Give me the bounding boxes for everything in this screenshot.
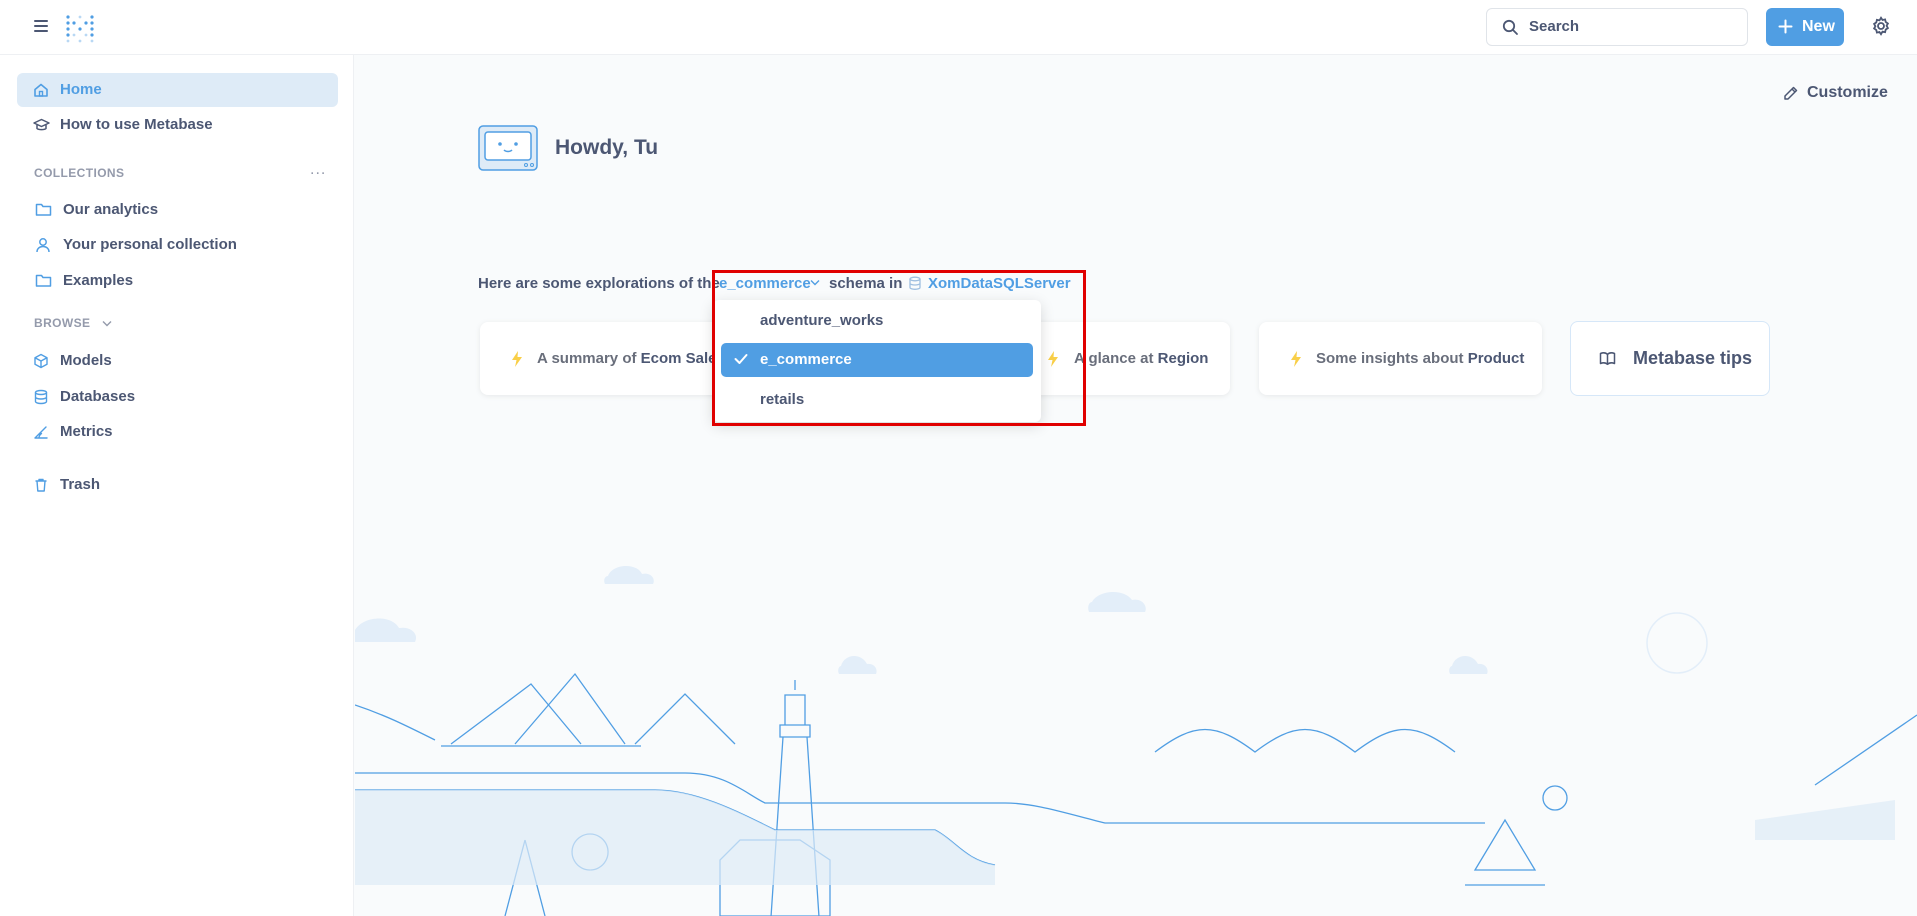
robot-avatar-icon [478, 125, 538, 171]
person-icon [35, 237, 51, 253]
sidebar-item-examples[interactable]: Examples [17, 264, 338, 298]
xray-card-product[interactable]: Some insights about Product [1259, 322, 1542, 395]
database-name: XomDataSQLServer [928, 275, 1071, 292]
schema-option-retails[interactable]: retails [721, 383, 1033, 417]
search-bar[interactable]: Search [1486, 8, 1748, 46]
schema-option-label: retails [760, 391, 805, 408]
new-button[interactable]: New [1766, 8, 1844, 46]
chevron-down-icon [810, 279, 820, 286]
folder-icon [35, 273, 52, 288]
sidebar-item-models[interactable]: Models [17, 344, 338, 378]
sidebar-item-label: Models [60, 352, 112, 369]
bolt-icon [510, 350, 524, 368]
search-icon [1502, 19, 1519, 36]
trash-icon [33, 477, 49, 493]
sidebar-item-how-to-use[interactable]: How to use Metabase [17, 108, 338, 142]
collections-more-button[interactable]: ... [310, 161, 326, 179]
folder-icon [35, 202, 52, 217]
book-icon [1599, 351, 1616, 366]
card-label: Some insights about Product [1316, 350, 1525, 367]
schema-picker[interactable]: e_commerce [719, 275, 820, 292]
sidebar-item-trash[interactable]: Trash [17, 468, 338, 502]
collections-title: COLLECTIONS [34, 166, 125, 180]
explore-prefix: Here are some explorations of the [478, 275, 720, 292]
schema-option-label: adventure_works [760, 312, 884, 329]
browse-title-text: BROWSE [34, 316, 91, 330]
bolt-icon [1046, 350, 1060, 368]
sidebar-item-label: Home [60, 81, 102, 98]
sidebar-item-label: Examples [63, 272, 134, 289]
cloud-icon [1449, 655, 1488, 674]
metabase-tips-card[interactable]: Metabase tips [1570, 321, 1770, 396]
metabase-tips-label: Metabase tips [1633, 348, 1753, 368]
chevron-down-icon [102, 320, 112, 327]
schema-in-text: schema in [829, 275, 903, 292]
sidebar-item-label: Trash [60, 476, 101, 493]
card-label: A glance at Region [1074, 350, 1209, 367]
graduation-cap-icon [33, 117, 50, 133]
new-button-label: New [1802, 18, 1835, 35]
schema-picker-value: e_commerce [719, 275, 811, 292]
schema-dropdown: adventure_works e_commerce retails [713, 300, 1041, 422]
sidebar: Home How to use Metabase COLLECTIONS ...… [0, 55, 354, 916]
lighthouse-illustration [355, 540, 1917, 916]
pencil-icon [1783, 85, 1799, 101]
xray-card-region[interactable]: A glance at Region [1020, 322, 1230, 395]
greeting: Howdy, Tu [555, 136, 659, 159]
database-icon [33, 389, 49, 405]
sidebar-item-label: Our analytics [63, 201, 159, 218]
card-label: A summary of Ecom Sales [537, 350, 725, 367]
sidebar-item-label: How to use Metabase [60, 116, 213, 133]
cube-icon [33, 353, 49, 369]
sidebar-item-our-analytics[interactable]: Our analytics [17, 193, 338, 227]
bolt-icon [1289, 350, 1303, 368]
customize-label: Customize [1807, 84, 1888, 101]
sidebar-item-home[interactable]: Home [17, 73, 338, 107]
search-placeholder: Search [1529, 18, 1580, 35]
sidebar-item-label: Databases [60, 388, 136, 405]
cloud-icon [355, 618, 417, 642]
gear-icon[interactable] [1871, 16, 1891, 36]
sidebar-item-databases[interactable]: Databases [17, 380, 338, 414]
plus-icon [1778, 19, 1793, 34]
metabase-logo-icon[interactable] [64, 13, 96, 45]
cloud-icon [1088, 591, 1146, 612]
database-icon [908, 276, 922, 291]
sidebar-item-metrics[interactable]: Metrics [17, 415, 338, 449]
top-navbar: Search New [0, 0, 1917, 55]
home-icon [33, 82, 49, 98]
check-icon [734, 353, 748, 365]
hamburger-icon[interactable] [32, 17, 50, 35]
schema-option-adventure-works[interactable]: adventure_works [721, 304, 1033, 338]
sidebar-item-personal-collection[interactable]: Your personal collection [17, 228, 338, 262]
cloud-icon [838, 655, 877, 674]
schema-option-e-commerce[interactable]: e_commerce [721, 343, 1033, 377]
cloud-icon [604, 565, 654, 584]
schema-option-label: e_commerce [760, 351, 852, 368]
metric-icon [33, 424, 49, 440]
sidebar-item-label: Metrics [60, 423, 113, 440]
sidebar-item-label: Your personal collection [63, 236, 237, 253]
browse-title[interactable]: BROWSE [34, 316, 112, 330]
